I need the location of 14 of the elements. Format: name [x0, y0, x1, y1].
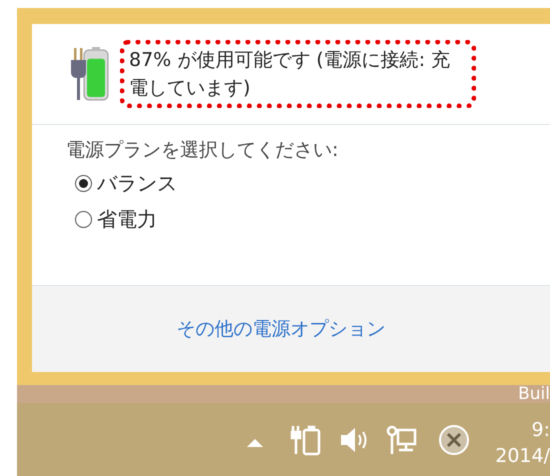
- battery-status-text: 87% が使用可能です (電源に接続: 充電しています): [129, 48, 452, 101]
- clock-date[interactable]: 2014/: [495, 442, 550, 468]
- network-computer-icon[interactable]: [386, 424, 418, 456]
- battery-plug-icon[interactable]: [290, 424, 322, 456]
- radio-button[interactable]: [75, 210, 92, 228]
- desktop-text: Buil: [518, 385, 550, 403]
- close-circle-icon[interactable]: [438, 424, 470, 456]
- radio-button[interactable]: [75, 174, 92, 192]
- plan-label[interactable]: バランス: [97, 168, 177, 198]
- plan-prompt: 電源プランを選択してください:: [66, 138, 340, 163]
- more-options-link[interactable]: その他の電源オプション: [176, 314, 386, 344]
- show-hidden-icons-arrow-icon[interactable]: [246, 438, 264, 448]
- plan-label[interactable]: 省電力: [97, 204, 157, 234]
- clock-time[interactable]: 9:: [532, 416, 550, 442]
